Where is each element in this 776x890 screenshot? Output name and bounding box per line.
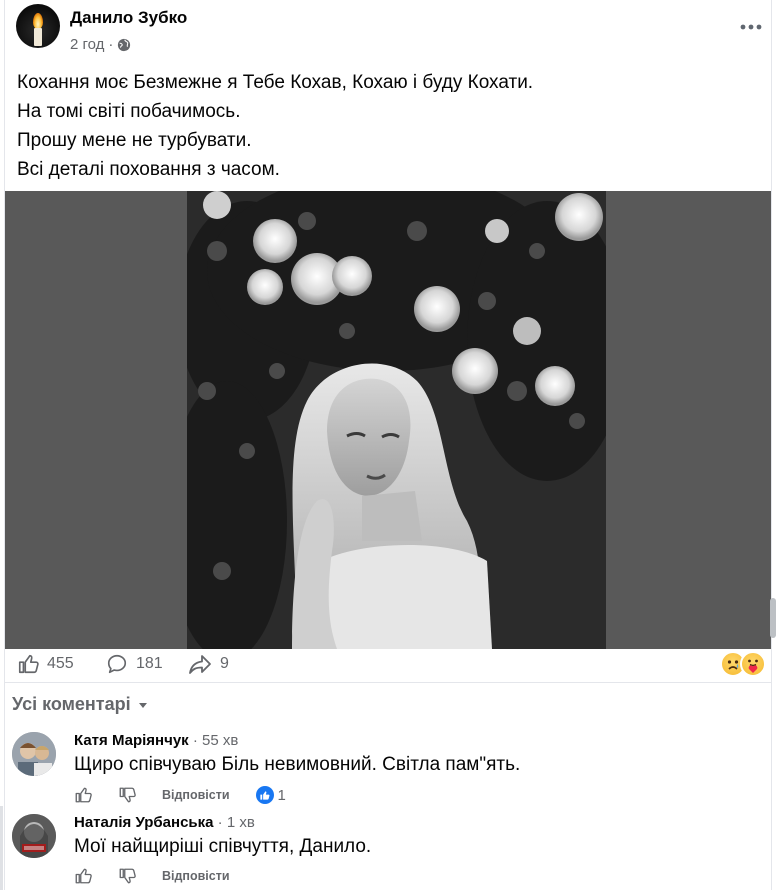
comment-bubble-icon [107, 654, 127, 674]
comment-text: Щиро співчуваю Біль невимовний. Світла п… [74, 754, 521, 775]
comment-count: 181 [136, 655, 163, 672]
comments-filter-label: Усі коментарі [12, 694, 131, 714]
post-header: Данило Зубко 2 год · [0, 0, 776, 62]
more-options-button[interactable] [740, 14, 762, 37]
meta-separator: · [108, 36, 114, 53]
comments-filter[interactable]: Усі коментарі [12, 694, 149, 715]
comment-time[interactable]: 1 хв [227, 814, 255, 831]
thumbs-up-icon [18, 654, 39, 674]
post-photo[interactable] [187, 191, 606, 649]
like-count: 455 [47, 655, 74, 672]
caret-down-icon [138, 702, 147, 708]
share-count: 9 [220, 655, 229, 672]
comment-like-button[interactable] [74, 786, 92, 804]
commenter-name[interactable]: Катя Маріянчук · 55 хв [74, 732, 238, 749]
commenter-avatar[interactable] [12, 732, 56, 776]
more-horizontal-icon [740, 24, 762, 30]
care-reaction-icon [740, 651, 766, 677]
comment-text: Мої найщиріші співчуття, Данило. [74, 836, 372, 857]
memorial-photo [187, 191, 606, 649]
post-text-line: Всі деталі поховання з часом. [17, 159, 280, 180]
share-arrow-icon [189, 655, 211, 674]
thread-line [0, 806, 3, 890]
comment-like-count[interactable]: 1 [255, 786, 286, 804]
share-button[interactable]: 9 [188, 653, 229, 675]
like-badge-icon [255, 786, 274, 804]
comment-button[interactable]: 181 [106, 653, 163, 675]
author-avatar[interactable] [16, 4, 60, 48]
comment-like-number: 1 [277, 786, 286, 804]
thumbs-up-icon [75, 868, 92, 884]
reply-button[interactable]: Відповісти [162, 869, 230, 883]
post-time[interactable]: 2 год [70, 36, 104, 53]
thumbs-down-icon [119, 868, 136, 884]
reply-button[interactable]: Відповісти [162, 788, 230, 802]
right-border [771, 0, 772, 890]
commenter-avatar[interactable] [12, 814, 56, 858]
post-meta: 2 год · [70, 36, 131, 53]
comment-actions: Відповісти [74, 867, 230, 885]
like-button[interactable]: 455 [17, 653, 74, 675]
commenter-name-text: Наталія Урбанська [74, 814, 214, 831]
globe-icon [118, 38, 131, 51]
scrollbar-thumb[interactable] [770, 598, 776, 638]
comment-time[interactable]: 55 хв [202, 732, 238, 749]
post-text: Кохання моє Безмежне я Тебе Кохав, Кохаю… [17, 68, 533, 184]
reaction-summary[interactable] [720, 651, 766, 677]
candle-icon [34, 28, 42, 46]
candle-flame-icon [33, 13, 43, 29]
comment-actions: Відповісти 1 [74, 786, 286, 804]
comment-dislike-button[interactable] [118, 867, 136, 885]
post-text-line: Прошу мене не турбувати. [17, 130, 252, 151]
comment-like-button[interactable] [74, 867, 92, 885]
post-text-line: Кохання моє Безмежне я Тебе Кохав, Кохаю… [17, 72, 534, 93]
commenter-name[interactable]: Наталія Урбанська · 1 хв [74, 814, 255, 831]
thumbs-up-icon [75, 787, 92, 803]
post-text-line: На томі світі побачимось. [17, 101, 241, 122]
commenter-name-text: Катя Маріянчук [74, 732, 189, 749]
comment-dislike-button[interactable] [118, 786, 136, 804]
stats-divider [5, 682, 771, 683]
post-stats: 455 181 9 [0, 651, 776, 679]
author-name[interactable]: Данило Зубко [70, 8, 187, 28]
thumbs-down-icon [119, 787, 136, 803]
